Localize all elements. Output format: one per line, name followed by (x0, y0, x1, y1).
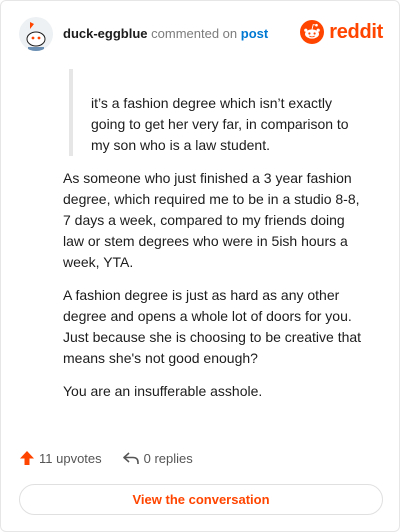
replies-count: 0 replies (143, 450, 193, 466)
comment-footer: 11 upvotes 0 replies (19, 450, 213, 466)
upvote-arrow-icon (20, 451, 34, 465)
reply-arrow-icon (122, 452, 139, 464)
comment-header: duck-eggblue commented on post reddit (19, 17, 383, 51)
username[interactable]: duck-eggblue (63, 26, 148, 41)
comment-card: duck-eggblue commented on post reddit it… (0, 0, 400, 532)
view-conversation-button[interactable]: View the conversation (19, 484, 383, 515)
post-link[interactable]: post (241, 26, 268, 41)
comment-meta: duck-eggblue commented on post (63, 26, 268, 42)
paragraph-1: As someone who just finished a 3 year fa… (63, 170, 360, 270)
snoo-avatar-icon (19, 17, 53, 51)
replies-stat[interactable]: 0 replies (122, 450, 193, 466)
action-text: commented on (151, 26, 238, 41)
paragraph-2: A fashion degree is just as hard as any … (63, 287, 362, 366)
reddit-brand[interactable]: reddit (300, 20, 383, 44)
quote-text: it’s a fashion degree which isn’t exactl… (91, 95, 349, 153)
upvotes-count: 11 upvotes (39, 450, 102, 466)
blockquote: it’s a fashion degree which isn’t exactl… (69, 69, 369, 156)
avatar[interactable] (19, 17, 53, 51)
reddit-wordmark: reddit (329, 20, 383, 43)
paragraph-3: You are an insufferable asshole. (63, 383, 263, 399)
upvote-stat[interactable]: 11 upvotes (19, 450, 102, 466)
reddit-logo-icon (300, 20, 325, 44)
comment-body: it’s a fashion degree which isn’t exactl… (63, 69, 369, 414)
